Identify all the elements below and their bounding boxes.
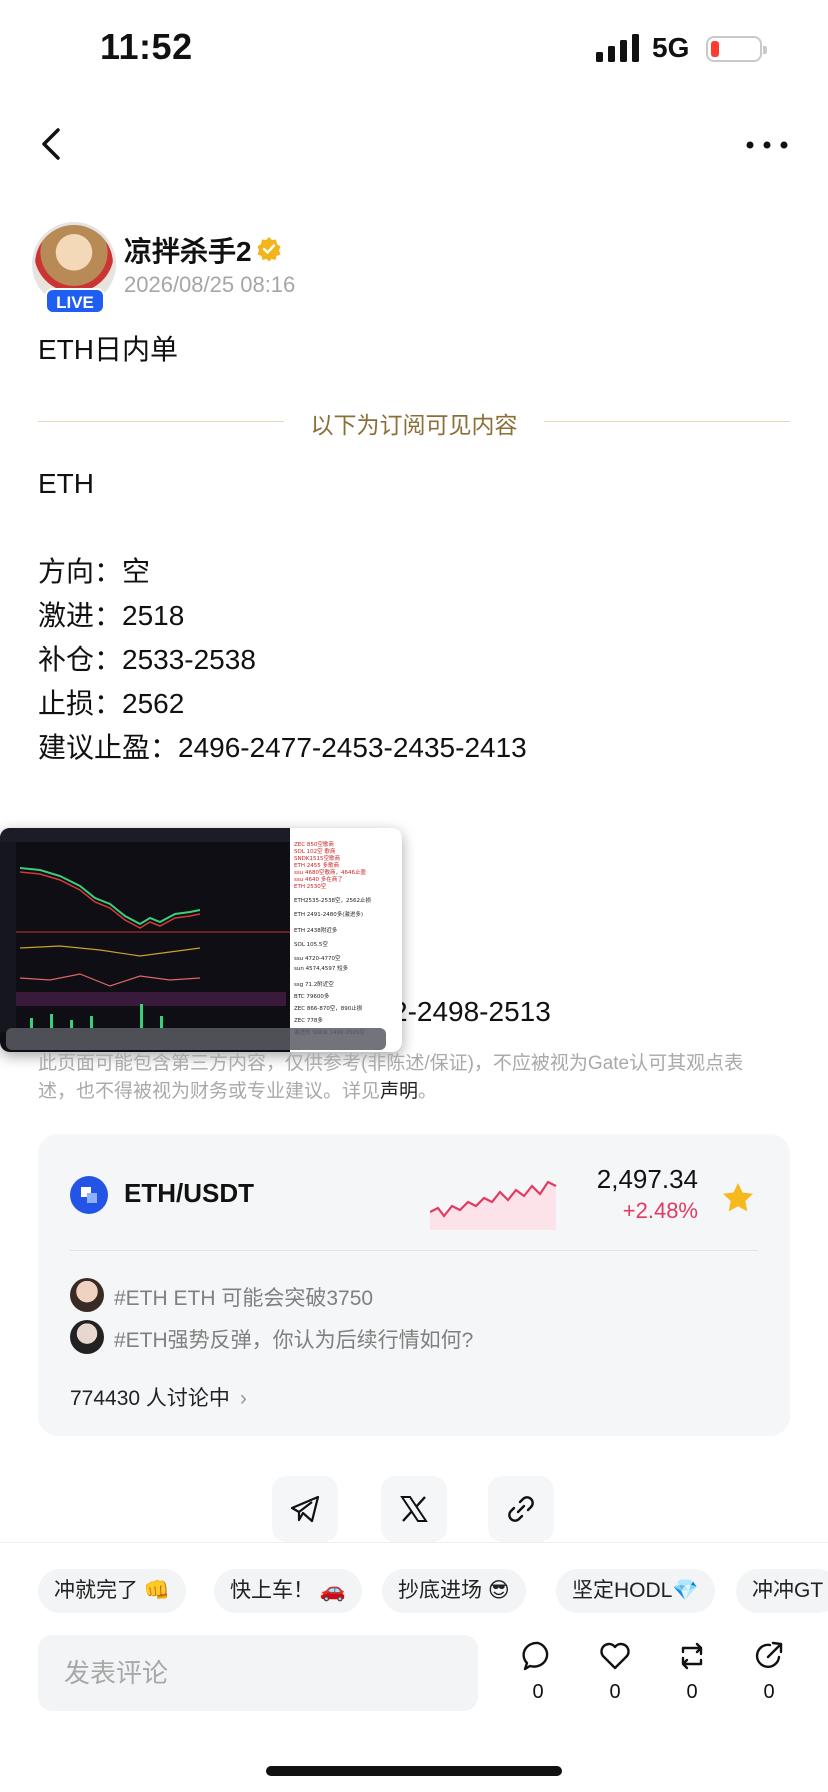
live-badge[interactable]: LIVE [45, 288, 105, 314]
post-line-aggressive: 激进：2518 [38, 600, 185, 631]
discussion-count[interactable]: 774430 人讨论中 › [70, 1382, 247, 1412]
comment-icon [522, 1641, 549, 1671]
quick-reply-chip[interactable]: 坚定HODL💎 [556, 1569, 715, 1613]
svg-text:SOL 105.5空: SOL 105.5空 [294, 940, 328, 948]
topic-text: #ETH ETH 可能会突破3750 [114, 1287, 374, 1310]
dock-bar [6, 1028, 386, 1050]
quick-reply-chip[interactable]: 冲就完了 👊 [38, 1569, 186, 1613]
like-count: 0 [609, 1681, 621, 1703]
market-price: 2,497.34 [596, 1164, 698, 1194]
svg-text:ZEC 850空歌商: ZEC 850空歌商 [294, 840, 334, 848]
svg-text:ZEC 866-870空，890止损: ZEC 866-870空，890止损 [294, 1004, 363, 1012]
svg-text:ETH 2455 多歌商: ETH 2455 多歌商 [294, 861, 339, 869]
eth-token-icon [70, 1176, 108, 1214]
link-icon [508, 1496, 534, 1522]
topic-avatar [70, 1278, 104, 1312]
svg-text:ETH2535-2538空，2562止损: ETH2535-2538空，2562止损 [294, 896, 371, 904]
svg-text:ETH 2530空: ETH 2530空 [294, 882, 327, 890]
quick-reply-chip[interactable]: 抄底进场 😎 [382, 1569, 526, 1613]
svg-text:ETH 2438附近多: ETH 2438附近多 [294, 926, 338, 934]
trading-notes-list: ZEC 850空歌商 SOL 102空 歌商 SNDK1515空歌商 ETH 2… [292, 836, 398, 1041]
trading-notes-image: ZEC 850空歌商 SOL 102空 歌商 SNDK1515空歌商 ETH 2… [294, 840, 371, 1036]
svg-text:sun 4574,4597 短多: sun 4574,4597 短多 [294, 964, 349, 972]
disclaimer-tail: 。 [418, 1081, 438, 1102]
home-indicator [266, 1766, 562, 1776]
svg-text:ssu 4680空歌商，4646止盈: ssu 4680空歌商，4646止盈 [294, 868, 366, 876]
share-icon [755, 1641, 783, 1669]
comment-input[interactable]: 发表评论 [38, 1635, 478, 1711]
svg-text:SNDK1515空歌商: SNDK1515空歌商 [294, 854, 340, 862]
back-icon[interactable] [36, 124, 66, 164]
repost-count: 0 [686, 1681, 698, 1703]
svg-text:BTC 79600多: BTC 79600多 [294, 992, 330, 1000]
copy-link-button[interactable] [488, 1476, 554, 1542]
market-pair[interactable]: ETH/USDT [124, 1178, 254, 1209]
bottom-comment-panel: 冲就完了 👊 快上车！ 🚗 抄底进场 😎 坚定HODL💎 冲冲GT 发表评论 0… [0, 1542, 828, 1792]
favorite-star-icon[interactable] [720, 1180, 756, 1216]
svg-text:ZEC 778多: ZEC 778多 [294, 1016, 323, 1024]
topic-text: #ETH强势反弹，你认为后续行情如何? [114, 1329, 474, 1352]
like-icon [600, 1642, 630, 1670]
quick-reply-chip[interactable]: 快上车！ 🚗 [214, 1569, 362, 1613]
svg-text:ssu 4640 多在商了: ssu 4640 多在商了 [294, 875, 343, 883]
screenshot-thumbnail[interactable]: ZEC 850空歌商 SOL 102空 歌商 SNDK1515空歌商 ETH 2… [0, 828, 402, 1052]
verified-icon [257, 237, 281, 262]
post-timestamp: 2026/08/25 08:16 [124, 272, 296, 297]
disclaimer-link[interactable]: 声明 [380, 1081, 418, 1102]
svg-text:ssg 71.2附近空: ssg 71.2附近空 [294, 980, 334, 988]
post-line-partial: 2-2498-2513 [392, 996, 551, 1027]
price-sparkline [430, 1180, 557, 1230]
post-line-stop-loss: 止损：2562 [38, 688, 185, 719]
more-icon[interactable] [744, 130, 790, 160]
subscriber-divider: 以下为订阅可见内容 [38, 404, 790, 440]
comment-count: 0 [532, 1681, 544, 1703]
subscriber-divider-label: 以下为订阅可见内容 [310, 412, 518, 438]
post-line-add-position: 补仓：2533-2538 [38, 644, 256, 675]
candlestick-chart-image [0, 828, 290, 1032]
chevron-right-icon: › [239, 1387, 247, 1410]
post-line-take-profit: 建议止盈：2496-2477-2453-2435-2413 [38, 732, 527, 763]
card-divider [70, 1250, 758, 1251]
comment-button[interactable]: 0 [508, 1639, 568, 1704]
network-type: 5G [652, 32, 690, 63]
discussion-count-text: 774430 人讨论中 [70, 1387, 230, 1410]
market-card[interactable]: ETH/USDT 2,497.34 +2.48% #ETH ETH 可能会突破3… [38, 1134, 790, 1436]
post-symbol: ETH [38, 468, 94, 499]
topic-avatar [70, 1320, 104, 1354]
svg-text:ssu 4720-4770空: ssu 4720-4770空 [294, 954, 341, 962]
repost-icon [681, 1642, 703, 1670]
share-count: 0 [763, 1681, 775, 1703]
share-telegram-button[interactable] [272, 1476, 338, 1542]
x-icon [400, 1496, 428, 1522]
author-name[interactable]: 凉拌杀手2 [124, 230, 252, 270]
quick-reply-chip[interactable]: 冲冲GT [736, 1569, 828, 1613]
signal-icon [596, 34, 639, 62]
svg-text:ETH 2491-2480多(激进多): ETH 2491-2480多(激进多) [294, 910, 363, 918]
repost-button[interactable]: 0 [662, 1639, 722, 1704]
share-x-button[interactable] [381, 1476, 447, 1542]
share-button[interactable]: 0 [739, 1639, 799, 1704]
disclaimer: 此页面可能包含第三方内容，仅供参考(非陈述/保证)，不应被视为Gate认可其观点… [38, 1050, 778, 1106]
post-title: ETH日内单 [38, 334, 179, 365]
telegram-icon [290, 1495, 320, 1523]
status-bar: 11:52 5G [0, 0, 828, 100]
svg-text:SOL 102空 歌商: SOL 102空 歌商 [294, 847, 336, 855]
trading-chart-thumbnail [0, 828, 290, 1052]
post-line-direction: 方向：空 [38, 556, 151, 587]
market-change: +2.48% [622, 1198, 698, 1223]
like-button[interactable]: 0 [585, 1639, 645, 1704]
status-time: 11:52 [100, 26, 193, 67]
battery-icon [706, 36, 767, 62]
